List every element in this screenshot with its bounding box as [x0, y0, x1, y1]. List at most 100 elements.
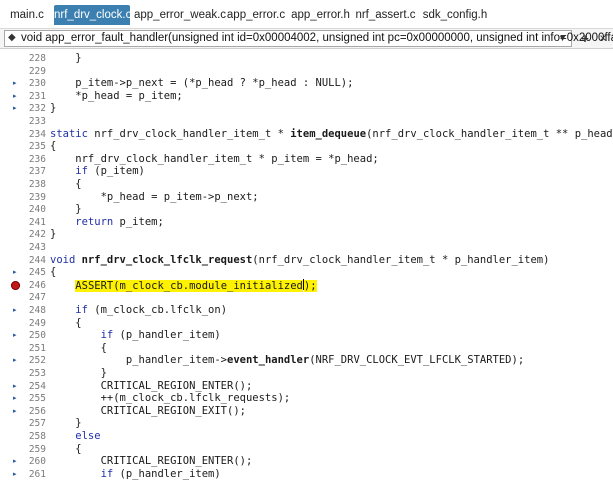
code-text: return p_item;: [50, 216, 164, 229]
add-button[interactable]: +: [578, 31, 592, 46]
tab-sdk-config-h[interactable]: sdk_config.h: [420, 5, 490, 25]
code-token: }: [50, 367, 107, 379]
code-line[interactable]: 241 return p_item;: [0, 216, 613, 229]
code-line[interactable]: 257 }: [0, 417, 613, 430]
code-line[interactable]: ▸ 231 *p_head = p_item;: [0, 90, 613, 103]
line-number: 260: [28, 456, 46, 468]
code-text: {: [50, 178, 81, 191]
code-text: {: [50, 266, 56, 279]
code-line[interactable]: 239 *p_head = p_item->p_next;: [0, 191, 613, 204]
fold-arrow-icon[interactable]: ▸: [13, 329, 21, 342]
code-token: {: [50, 266, 57, 279]
code-token: {: [50, 341, 107, 354]
code-token: {: [50, 140, 57, 153]
code-keyword: if: [50, 165, 88, 178]
close-button[interactable]: ×: [596, 31, 610, 46]
fold-arrow-icon[interactable]: ▸: [13, 455, 21, 468]
code-line[interactable]: 242}: [0, 228, 613, 241]
code-line[interactable]: ▸ 248 if (m_clock_cb.lfclk_on): [0, 304, 613, 317]
fold-arrow-icon[interactable]: ▸: [13, 468, 21, 480]
editor-tab-bar: main.c nrf_drv_clock.c app_error_weak.c app…: [0, 0, 613, 29]
code-text: {: [50, 140, 56, 153]
fold-arrow-icon[interactable]: ▸: [13, 102, 21, 115]
code-line[interactable]: 236 nrf_drv_clock_handler_item_t * p_ite…: [0, 153, 613, 166]
tab-nrf-assert-c[interactable]: nrf_assert.c: [355, 5, 416, 25]
tab-nrf-drv-clock-c[interactable]: nrf_drv_clock.c: [54, 5, 131, 25]
code-token: *p_head = p_item;: [50, 89, 183, 102]
code-line[interactable]: ▸ 232}: [0, 102, 613, 115]
code-text: *p_head = p_item;: [50, 89, 183, 103]
code-token: }: [50, 102, 57, 115]
code-line[interactable]: 243: [0, 241, 613, 254]
code-text: if (p_item): [50, 165, 145, 178]
code-line[interactable]: 229: [0, 65, 613, 78]
code-text: *p_head = p_item->p_next;: [50, 191, 259, 204]
code-line[interactable]: 234 static nrf_drv_clock_handler_item_t *…: [0, 128, 613, 141]
code-line[interactable]: ▸ 256 CRITICAL_REGION_EXIT();: [0, 405, 613, 418]
code-token: CRITICAL_REGION_ENTER();: [50, 379, 253, 392]
code-text: static nrf_drv_clock_handler_item_t * it…: [50, 128, 613, 141]
function-selector-dropdown[interactable]: ◆ void app_error_fault_handler(unsigned …: [4, 30, 613, 47]
code-token: }: [50, 52, 82, 64]
code-line[interactable]: 251 {: [0, 342, 613, 355]
code-line[interactable]: ▸ 254 CRITICAL_REGION_ENTER();: [0, 380, 613, 393]
code-line[interactable]: ▸ 261 if (p_handler_item): [0, 468, 613, 480]
line-number: 235: [28, 141, 46, 153]
fold-arrow-icon[interactable]: ▸: [13, 405, 21, 418]
fold-arrow-icon[interactable]: ▸: [13, 380, 21, 393]
fold-arrow-icon[interactable]: ▸: [13, 266, 21, 279]
code-token: (p_item): [87, 165, 145, 178]
code-text: CRITICAL_REGION_ENTER();: [50, 455, 253, 468]
code-line[interactable]: 240 }: [0, 203, 613, 216]
dropdown-arrow-icon[interactable]: ▼: [558, 31, 567, 46]
breakpoint-icon[interactable]: [11, 280, 20, 290]
code-text: }: [50, 203, 81, 216]
tab-main-c[interactable]: main.c: [4, 5, 50, 25]
code-text: void nrf_drv_clock_lfclk_request(nrf_drv…: [50, 254, 549, 267]
code-text: }: [50, 52, 82, 65]
fold-arrow-icon[interactable]: ▸: [13, 354, 21, 367]
code-line[interactable]: 237 if (p_item): [0, 165, 613, 178]
code-line[interactable]: 228 }: [0, 52, 613, 65]
code-line[interactable]: ▸ 230 p_item->p_next = (*p_head ? *p_head…: [0, 77, 613, 90]
code-token: (nrf_drv_clock_handler_item_t * p_handle…: [252, 253, 550, 266]
code-editor[interactable]: 228 } 229 ▸ 230 p_item->p_next = (*p_head ?…: [0, 49, 613, 480]
code-line[interactable]: 238 {: [0, 178, 613, 191]
code-line[interactable]: 235 {: [0, 140, 613, 153]
code-line[interactable]: 233: [0, 115, 613, 128]
line-number: 261: [28, 468, 46, 480]
code-keyword: void: [50, 253, 82, 266]
fold-arrow-icon[interactable]: ▸: [13, 77, 21, 90]
code-line[interactable]: 249 {: [0, 317, 613, 330]
code-token: CRITICAL_REGION_EXIT();: [50, 404, 246, 417]
line-number: 242: [28, 229, 46, 241]
code-text: }: [50, 417, 81, 430]
code-line[interactable]: ▸ 255 ++(m_clock_cb.lfclk_requests);: [0, 392, 613, 405]
code-text: nrf_drv_clock_handler_item_t * p_item = …: [50, 153, 378, 166]
tab-app-error-weak-c[interactable]: app_error_weak.c: [134, 5, 226, 25]
line-number: 231: [28, 90, 46, 102]
line-number: 245: [28, 267, 46, 279]
fold-arrow-icon[interactable]: ▸: [13, 90, 21, 103]
code-line[interactable]: ▸ 250 if (p_handler_item): [0, 329, 613, 342]
code-keyword: return: [50, 215, 114, 228]
code-line[interactable]: 246 ASSERT(m_clock_cb.module_initialized…: [0, 278, 613, 292]
code-token: {: [50, 316, 82, 329]
code-line[interactable]: 247: [0, 291, 613, 304]
tab-app-error-c[interactable]: app_error.c: [226, 5, 286, 25]
fold-arrow-icon[interactable]: ▸: [13, 304, 21, 317]
code-line[interactable]: 259 {: [0, 443, 613, 456]
code-line[interactable]: ▸ 252 p_handler_item->event_handler(NRF_D…: [0, 354, 613, 367]
code-text: if (p_handler_item): [50, 329, 221, 342]
code-keyword: if: [50, 304, 88, 316]
tab-app-error-h[interactable]: app_error.h: [290, 5, 351, 25]
code-token: *p_head = p_item->p_next;: [50, 190, 259, 203]
line-number: 246: [28, 279, 46, 291]
code-line[interactable]: 258 else: [0, 430, 613, 443]
code-line[interactable]: 253 }: [0, 367, 613, 380]
code-keyword: else: [50, 430, 101, 442]
code-line[interactable]: ▸ 260 CRITICAL_REGION_ENTER();: [0, 455, 613, 468]
code-line[interactable]: ▸ 245 {: [0, 266, 613, 279]
fold-arrow-icon[interactable]: ▸: [13, 392, 21, 405]
code-line[interactable]: 244 void nrf_drv_clock_lfclk_request(nrf_…: [0, 254, 613, 267]
